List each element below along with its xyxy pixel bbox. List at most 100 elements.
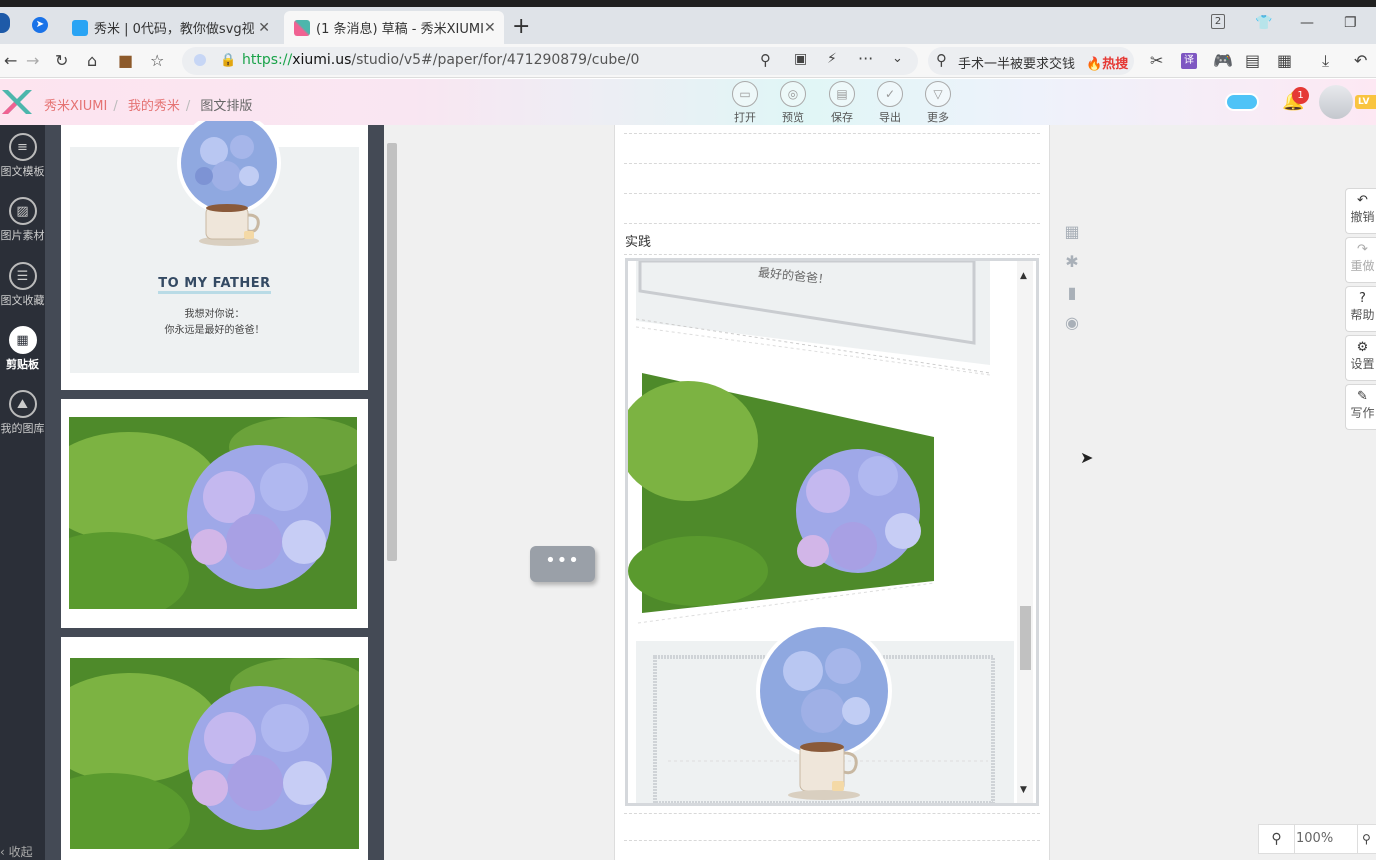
image-icon[interactable]: ▣ xyxy=(794,51,807,67)
briefcase-icon[interactable]: ■ xyxy=(118,51,133,70)
preview-scrollbar[interactable] xyxy=(1017,261,1033,803)
divider xyxy=(624,133,1040,134)
open-label: 打开 xyxy=(734,111,756,124)
apps-icon[interactable]: ▦ xyxy=(1277,51,1292,70)
export-button[interactable]: ✓ 导出 xyxy=(870,81,910,125)
hydrangea-cup-image xyxy=(177,121,281,246)
rail-item-images[interactable]: ▨ 图片素材 xyxy=(0,197,45,243)
more-button[interactable]: ▽ 更多 xyxy=(918,81,958,125)
save-icon: ▤ xyxy=(829,81,855,107)
url-scheme: https:// xyxy=(242,52,293,68)
undo-browser-icon[interactable]: ↶ xyxy=(1354,51,1367,70)
card-title: TO MY FATHER xyxy=(61,276,368,294)
site-info-icon[interactable] xyxy=(194,54,206,66)
restore-icon[interactable]: ❐ xyxy=(1344,15,1357,31)
rail-item-clipboard[interactable]: ▦ 剪贴板 xyxy=(0,326,45,372)
scrollbar-thumb[interactable] xyxy=(387,143,397,561)
zoom-in-icon[interactable]: ⚲ xyxy=(1357,825,1376,853)
card-line1: 我想对你说： xyxy=(184,309,245,320)
lightning-icon[interactable]: ⚡ xyxy=(827,51,837,67)
search-input[interactable]: ⚲ 手术一半被要求交钱 🔥热搜 xyxy=(928,47,1134,75)
divider xyxy=(624,193,1040,194)
scroll-down-icon[interactable]: ▼ xyxy=(1020,785,1027,795)
breadcrumb-home[interactable]: 秀米XIUMI xyxy=(44,99,107,114)
pinned-tab-icon[interactable]: ➤ xyxy=(32,17,48,33)
collapse-label: 收起 xyxy=(8,845,33,859)
bar-chart-icon[interactable]: ▮ xyxy=(1062,283,1082,303)
image-icon: ▨ xyxy=(8,197,37,225)
tab-xiumi-draft[interactable]: (1 条消息) 草稿 - 秀米XIUMI ✕ xyxy=(284,11,504,44)
tab-xiumi-tutorial[interactable]: 秀米 | 0代码，教你做svg视差 ✕ xyxy=(62,11,280,44)
settings-button[interactable]: ⚙ 设置 xyxy=(1345,335,1376,381)
preview-scroll-thumb[interactable] xyxy=(1020,606,1031,670)
collapse-button[interactable]: ‹ 收起 xyxy=(0,843,33,860)
chevron-down-icon[interactable]: ⌄ xyxy=(892,51,903,66)
grid-icon[interactable]: ▦ xyxy=(1062,222,1082,242)
rail-item-gallery[interactable]: ⛰ 我的图库 xyxy=(0,390,45,436)
rail-label: 图文收藏 xyxy=(0,294,45,307)
write-button[interactable]: ✎ 写作 xyxy=(1345,384,1376,430)
help-label: 帮助 xyxy=(1350,308,1375,322)
window-count-badge[interactable]: 2 xyxy=(1211,14,1225,29)
forward-icon[interactable]: → xyxy=(26,51,39,70)
url-path: /studio/v5#/paper/for/471290879/cube/0 xyxy=(351,52,640,68)
hot-label-text: 热搜 xyxy=(1102,57,1129,72)
scissors-icon[interactable]: ✂ xyxy=(1150,51,1163,70)
zoom-search-icon[interactable]: ⚲ xyxy=(760,51,771,69)
url-text: https://xiumi.us/studio/v5#/paper/for/47… xyxy=(242,52,639,68)
vip-badge-icon[interactable] xyxy=(1225,93,1259,111)
avatar[interactable] xyxy=(1319,85,1353,119)
favorite-icon: ☰ xyxy=(8,262,37,290)
rail-item-favorites[interactable]: ☰ 图文收藏 xyxy=(0,262,45,308)
undo-button[interactable]: ↶ 撤销 xyxy=(1345,188,1376,234)
redo-icon: ↷ xyxy=(1357,242,1368,257)
zoom-out-icon[interactable]: ⚲ xyxy=(1259,825,1295,853)
template-icon: ≡ xyxy=(8,133,37,161)
more-options-button[interactable]: ••• xyxy=(530,546,595,582)
svg-preview-frame[interactable]: 最好的爸爸！ ▲ ▼ xyxy=(625,258,1039,806)
redo-button[interactable]: ↷ 重做 xyxy=(1345,237,1376,283)
chevron-left-icon: ‹ xyxy=(0,845,9,859)
home-icon[interactable]: ⌂ xyxy=(87,51,97,70)
open-button[interactable]: ▭ 打开 xyxy=(725,81,765,125)
level-badge: LV xyxy=(1355,95,1376,109)
save-button[interactable]: ▤ 保存 xyxy=(822,81,862,125)
divider xyxy=(624,163,1040,164)
asterisk-icon[interactable]: ✱ xyxy=(1062,252,1082,272)
preview-button[interactable]: ◎ 预览 xyxy=(773,81,813,125)
game-icon[interactable]: 🎮 xyxy=(1213,51,1233,70)
divider xyxy=(624,840,1040,841)
eye-icon[interactable]: ◉ xyxy=(1062,313,1082,333)
hot-search-label[interactable]: 🔥热搜 xyxy=(1086,53,1128,72)
download-icon[interactable]: ⤓ xyxy=(1322,51,1329,71)
section-label[interactable]: 实践 xyxy=(625,231,651,250)
xiumi-logo[interactable] xyxy=(0,86,32,118)
help-button[interactable]: ? 帮助 xyxy=(1345,286,1376,332)
back-icon[interactable]: ← xyxy=(4,51,17,70)
reload-icon[interactable]: ↻ xyxy=(55,51,68,70)
url-field[interactable]: 🔒 https://xiumi.us/studio/v5#/paper/for/… xyxy=(182,47,918,75)
translate-icon[interactable]: 译 xyxy=(1181,53,1197,69)
more-label: 更多 xyxy=(927,111,949,124)
clip-card-hydrangea-2[interactable] xyxy=(61,637,368,867)
app-header: 秀米XIUMI / 我的秀米 / 图文排版 ▭ 打开 ◎ 预览 ▤ 保存 ✓ 导出 ▽ 更多 … xyxy=(0,79,1376,125)
close-icon[interactable]: ✕ xyxy=(258,20,270,36)
breadcrumb-my-xiumi[interactable]: 我的秀米 xyxy=(128,99,180,114)
xiumi-favicon xyxy=(294,19,310,36)
clip-card-father[interactable]: TO MY FATHER 我想对你说： 你永远是最好的爸爸！ xyxy=(61,121,368,390)
browser-menu-icon[interactable] xyxy=(0,13,10,33)
search-suggestion: 手术一半被要求交钱 xyxy=(958,57,1076,72)
parallax-preview xyxy=(628,261,1014,803)
close-icon[interactable]: ✕ xyxy=(484,20,496,36)
shirt-icon[interactable]: 👕 xyxy=(1255,15,1272,31)
tab-title: 秀米 | 0代码，教你做svg视差 xyxy=(94,22,254,37)
clip-card-hydrangea-1[interactable] xyxy=(61,399,368,628)
export-icon: ✓ xyxy=(877,81,903,107)
scroll-up-icon[interactable]: ▲ xyxy=(1020,271,1027,281)
new-tab-button[interactable]: + xyxy=(512,16,530,38)
minimize-icon[interactable]: — xyxy=(1300,15,1314,31)
rail-item-templates[interactable]: ≡ 图文模板 xyxy=(0,133,45,179)
favorites-icon[interactable]: ☆ xyxy=(150,51,164,70)
reader-icon[interactable]: ▤ xyxy=(1245,51,1260,70)
more-dots-icon[interactable]: ··· xyxy=(858,49,873,68)
